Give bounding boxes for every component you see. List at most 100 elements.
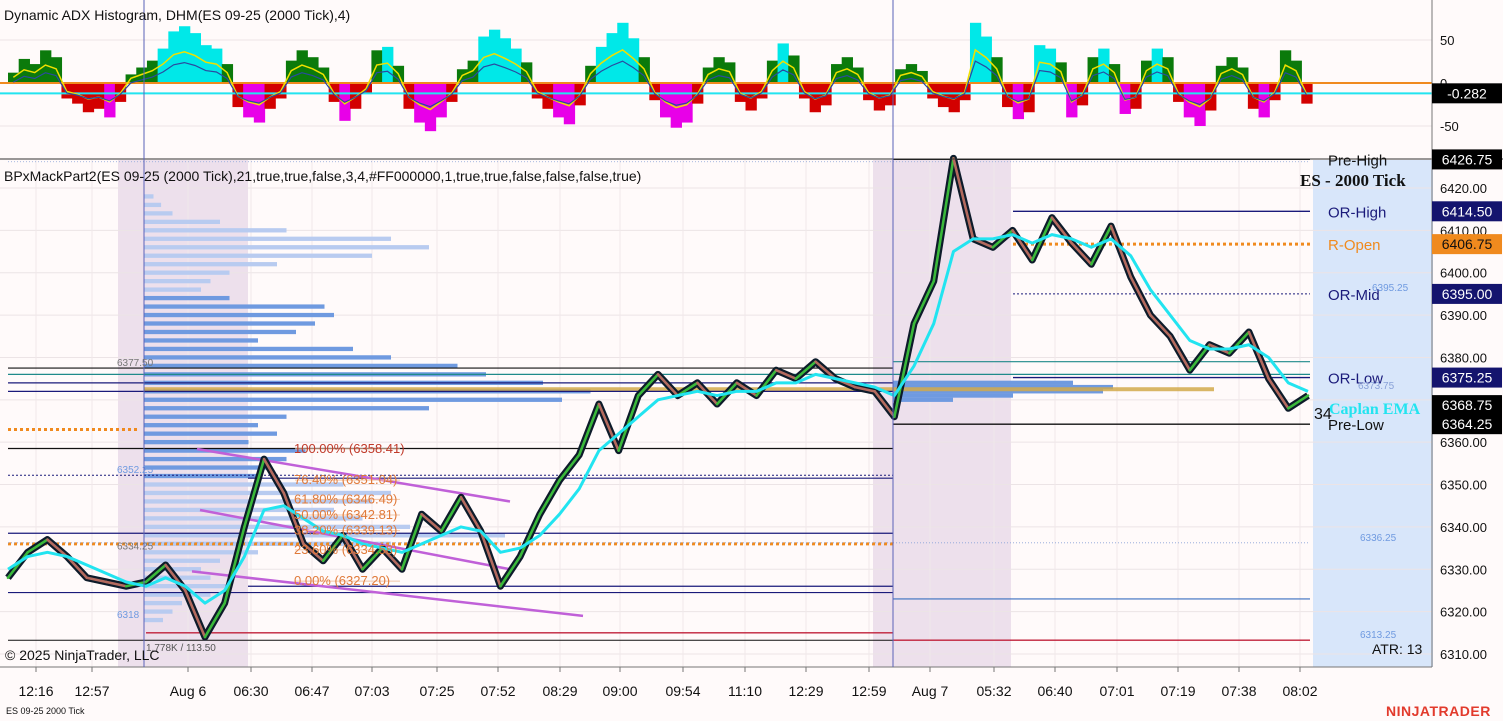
price-badge-text: 6364.25 xyxy=(1442,416,1493,432)
histogram-bar xyxy=(179,26,191,84)
profile-bar xyxy=(144,253,372,258)
time-tick-label: 08:02 xyxy=(1282,683,1317,699)
indicator-title: Dynamic ADX Histogram, DHM(ES 09-25 (200… xyxy=(4,7,350,23)
price-tick-label: 6400.00 xyxy=(1440,266,1487,281)
time-tick-label: Aug 6 xyxy=(170,683,207,699)
volume-note: 1.778K / 113.50 xyxy=(146,643,216,654)
time-tick-label: Aug 7 xyxy=(912,683,949,699)
time-tick-label: 07:19 xyxy=(1160,683,1195,699)
price-badge-text: 6375.25 xyxy=(1442,370,1493,386)
profile-bar xyxy=(144,287,201,292)
fib-label: 76.40% (6351.04) xyxy=(294,472,397,487)
profile-bar xyxy=(144,423,258,428)
price-tick-label: 6380.00 xyxy=(1440,350,1487,365)
histogram-bar xyxy=(627,38,640,83)
profile-bar xyxy=(144,465,268,470)
histogram-bar xyxy=(1247,83,1260,109)
profile-bar xyxy=(144,329,296,335)
profile-bar xyxy=(144,304,325,309)
time-tick-label: 06:47 xyxy=(294,683,329,699)
level-label: Pre-Low xyxy=(1328,417,1384,434)
profile-label: 6352.25 xyxy=(117,465,154,476)
brand-logo: NINJATRADER xyxy=(1386,703,1491,719)
profile-bar xyxy=(144,558,220,563)
fib-label: 50.00% (6342.81) xyxy=(294,507,397,522)
fib-label: 0.00% (6327.20) xyxy=(294,573,390,588)
histogram-bar xyxy=(1044,48,1057,83)
fib-label: 23.60% (6334.58) xyxy=(294,542,397,557)
price-badge-text: 6368.75 xyxy=(1442,397,1493,413)
price-tick-label: 6350.00 xyxy=(1440,478,1487,493)
level-label: R-Open xyxy=(1328,237,1381,254)
profile-bar xyxy=(144,279,211,284)
price-tick-label: 6420.00 xyxy=(1440,181,1487,196)
histogram-bar xyxy=(980,36,992,83)
indicator-tick-label: -50 xyxy=(1440,119,1459,134)
profile-bar xyxy=(144,431,277,436)
time-tick-label: 12:57 xyxy=(74,683,109,699)
histogram-bar xyxy=(382,46,394,83)
profile-bar xyxy=(144,236,391,241)
histogram-bar xyxy=(660,83,672,118)
copyright-text: © 2025 NinjaTrader, LLC xyxy=(5,647,160,663)
profile-bar xyxy=(144,363,458,369)
price-badge-text: 6414.50 xyxy=(1442,203,1493,219)
histogram-bar xyxy=(595,46,608,83)
price-badge-text: 6426.75 xyxy=(1442,151,1493,167)
atr-label: ATR: 13 xyxy=(1372,641,1423,657)
profile-bar xyxy=(144,609,173,614)
profile-label: 6395.25 xyxy=(1372,283,1409,294)
time-tick-label: 07:03 xyxy=(354,683,389,699)
profile-label: 6313.25 xyxy=(1360,630,1397,641)
price-tick-label: 6360.00 xyxy=(1440,435,1487,450)
profile-bar xyxy=(144,439,249,445)
profile-bar xyxy=(144,262,277,267)
level-label: OR-High xyxy=(1328,204,1386,221)
profile-bar xyxy=(144,406,429,411)
time-tick-label: 06:40 xyxy=(1037,683,1072,699)
trading-chart[interactable]: 500-50-0.282 6420.006410.006400.006390.0… xyxy=(0,0,1503,721)
histogram-bar xyxy=(1183,83,1196,118)
time-tick-label: 05:32 xyxy=(976,683,1011,699)
time-tick-label: 08:29 xyxy=(542,683,577,699)
profile-bar xyxy=(144,414,287,419)
time-tick-label: 09:00 xyxy=(602,683,637,699)
partial-price-label: 6373.75 xyxy=(1358,381,1395,392)
profile-bar xyxy=(144,355,391,360)
profile-bar xyxy=(144,245,429,250)
profile-label: 6334.25 xyxy=(117,541,154,552)
profile-label: 6377.50 xyxy=(117,358,154,369)
instrument-label: ES - 2000 Tick xyxy=(1300,171,1406,190)
time-tick-label: 07:38 xyxy=(1221,683,1256,699)
time-tick-label: 09:54 xyxy=(665,683,700,699)
histogram-bar xyxy=(403,83,415,109)
indicator-tick-label: 50 xyxy=(1440,33,1454,48)
histogram-bar xyxy=(350,83,362,109)
ema-label: Caplan EMA xyxy=(1329,401,1421,418)
histogram-bar xyxy=(93,83,105,109)
profile-label: 6318 xyxy=(117,610,140,621)
profile-label: 6336.25 xyxy=(1360,533,1397,544)
price-badge-text: 6395.00 xyxy=(1442,286,1493,302)
price-panel-title: BPxMackPart2(ES 09-25 (2000 Tick),21,tru… xyxy=(4,168,641,184)
profile-bar xyxy=(144,211,173,216)
profile-bar xyxy=(144,295,230,301)
time-tick-label: 07:25 xyxy=(419,683,454,699)
level-label: Pre-High xyxy=(1328,152,1387,169)
price-tick-label: 6330.00 xyxy=(1440,562,1487,577)
time-tick-label: 11:10 xyxy=(728,683,762,699)
histogram-bar xyxy=(307,57,319,83)
indicator-value-text: -0.282 xyxy=(1447,85,1487,101)
histogram-bar xyxy=(478,36,490,83)
price-tick-label: 6340.00 xyxy=(1440,520,1487,535)
time-tick-label: 12:59 xyxy=(851,683,886,699)
profile-bar xyxy=(144,194,154,199)
price-tick-label: 6320.00 xyxy=(1440,605,1487,620)
time-tick-label: 06:30 xyxy=(233,683,268,699)
price-tick-label: 6310.00 xyxy=(1440,647,1487,662)
histogram-bar xyxy=(766,60,779,83)
profile-bar xyxy=(144,202,162,208)
histogram-bar xyxy=(211,48,223,83)
profile-bar xyxy=(893,397,953,402)
time-tick-label: 07:52 xyxy=(480,683,515,699)
